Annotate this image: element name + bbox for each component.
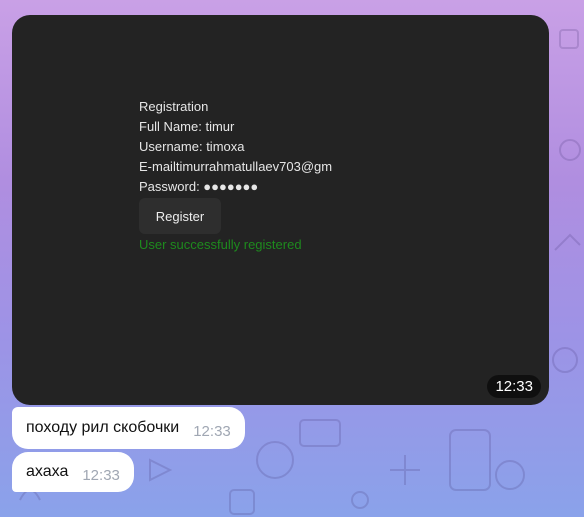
message-text: ахаха	[26, 463, 69, 480]
success-message: User successfully registered	[139, 237, 302, 252]
message-timestamp: 12:33	[82, 466, 120, 484]
form-title: Registration	[139, 99, 209, 114]
photo-message[interactable]: Registration Full Name: timur Username: …	[12, 15, 549, 405]
username-line: Username: timoxa	[139, 139, 245, 154]
message-timestamp: 12:33	[193, 422, 231, 440]
message-bubble[interactable]: походу рил скобочки 12:33	[12, 407, 245, 449]
password-line: Password: ●●●●●●●	[139, 179, 259, 194]
email-line: E-mailtimurrahmatullaev703@gm	[139, 159, 333, 174]
registration-form-screenshot: Registration Full Name: timur Username: …	[139, 97, 339, 197]
photo-timestamp: 12:33	[487, 375, 541, 398]
message-bubble[interactable]: ахаха 12:33	[12, 452, 134, 492]
full-name-line: Full Name: timur	[139, 119, 235, 134]
register-button-image: Register	[139, 198, 221, 234]
message-text: походу рил скобочки	[26, 419, 180, 436]
